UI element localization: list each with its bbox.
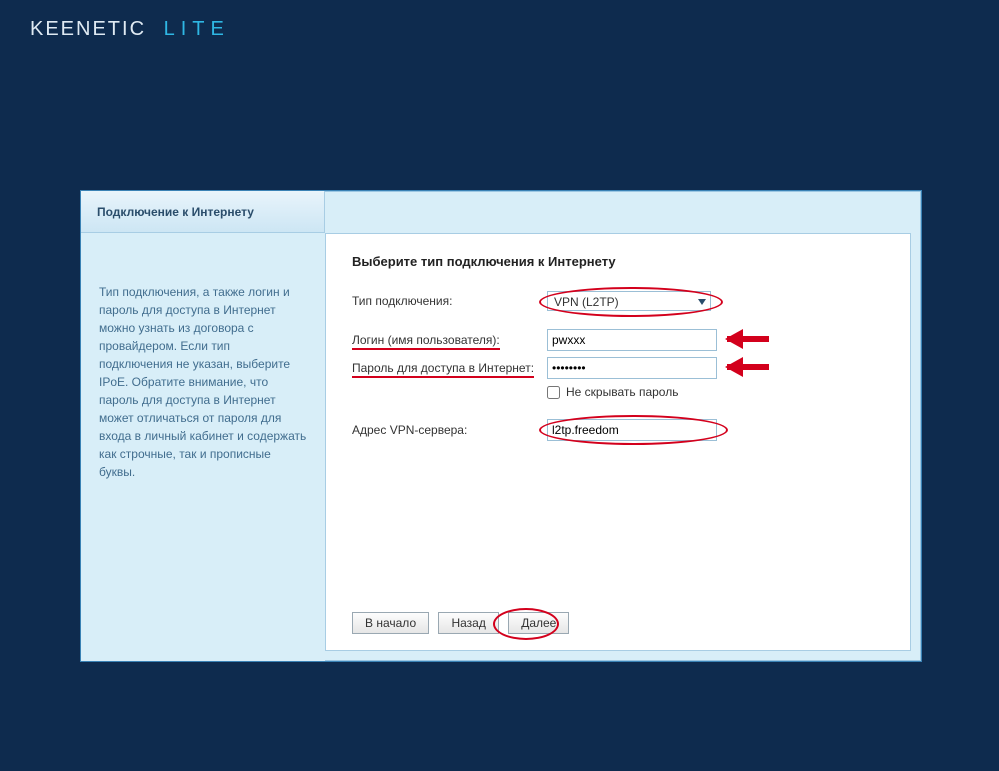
row-login: Логин (имя пользователя): bbox=[352, 329, 884, 351]
content-area: Выберите тип подключения к Интернету Тип… bbox=[325, 233, 911, 651]
next-button[interactable]: Далее bbox=[508, 612, 569, 634]
sidebar-tab[interactable]: Подключение к Интернету bbox=[81, 191, 325, 233]
password-input[interactable] bbox=[547, 357, 717, 379]
conn-type-value: VPN (L2TP) bbox=[554, 295, 619, 309]
sidebar-tab-label: Подключение к Интернету bbox=[97, 205, 254, 219]
brand-logo: KEENETIC LITE bbox=[30, 18, 230, 41]
sidebar-help-text: Тип подключения, а также логин и пароль … bbox=[99, 283, 307, 481]
page-title: Выберите тип подключения к Интернету bbox=[352, 254, 884, 269]
start-button[interactable]: В начало bbox=[352, 612, 429, 634]
row-password: Пароль для доступа в Интернет: bbox=[352, 357, 884, 379]
password-label: Пароль для доступа в Интернет: bbox=[352, 361, 547, 375]
brand-suffix: LITE bbox=[164, 18, 230, 40]
wizard-buttons: В начало Назад Далее bbox=[352, 612, 575, 634]
login-input[interactable] bbox=[547, 329, 717, 351]
conn-type-label: Тип подключения: bbox=[352, 294, 547, 308]
sidebar: Тип подключения, а также логин и пароль … bbox=[81, 233, 325, 661]
row-show-password: Не скрывать пароль bbox=[352, 385, 884, 399]
vpn-input[interactable] bbox=[547, 419, 717, 441]
row-connection-type: Тип подключения: VPN (L2TP) bbox=[352, 291, 884, 311]
row-vpn-address: Адрес VPN-сервера: bbox=[352, 419, 884, 441]
show-password-checkbox[interactable] bbox=[547, 386, 560, 399]
login-label: Логин (имя пользователя): bbox=[352, 333, 547, 347]
vpn-label: Адрес VPN-сервера: bbox=[352, 423, 547, 437]
brand-name: KEENETIC bbox=[30, 18, 146, 40]
chevron-down-icon bbox=[698, 299, 706, 305]
conn-type-select[interactable]: VPN (L2TP) bbox=[547, 291, 711, 311]
show-password-label: Не скрывать пароль bbox=[566, 385, 678, 399]
back-button[interactable]: Назад bbox=[438, 612, 498, 634]
wizard-panel: Подключение к Интернету Тип подключения,… bbox=[80, 190, 922, 662]
annotation-arrow-icon bbox=[727, 331, 787, 347]
annotation-arrow-icon bbox=[727, 359, 787, 375]
